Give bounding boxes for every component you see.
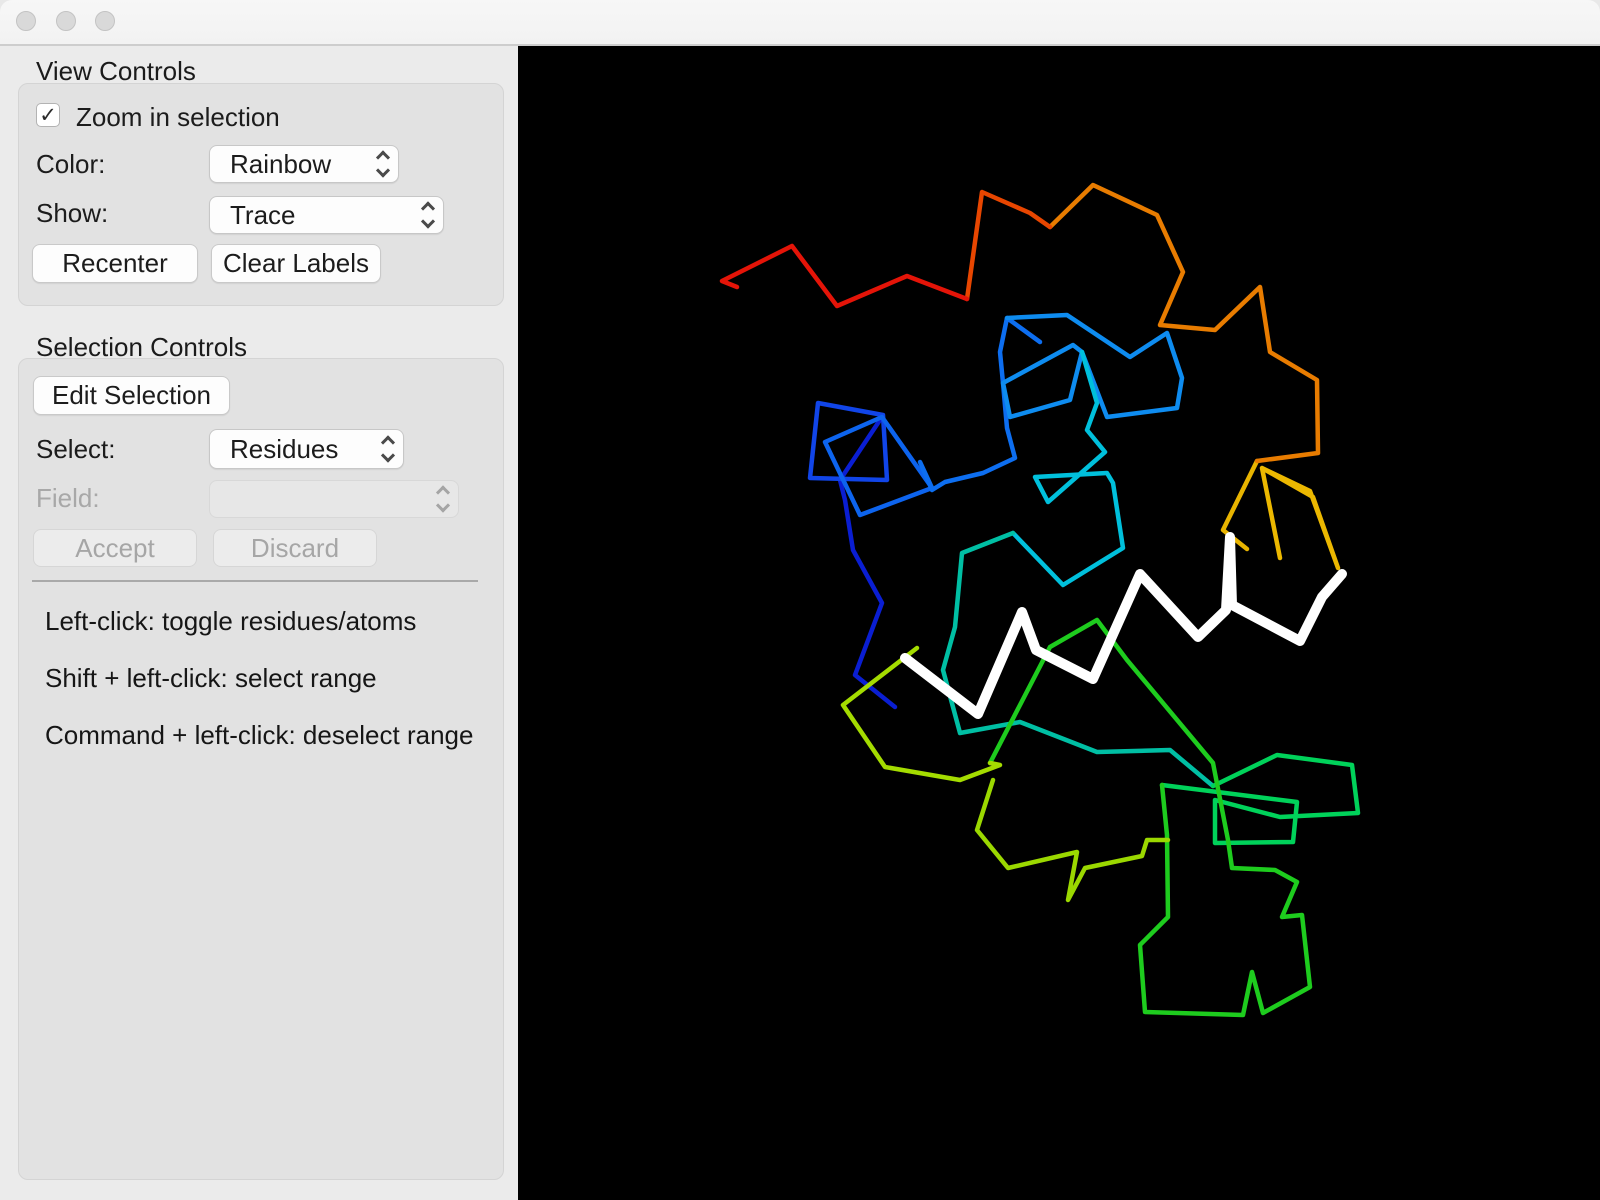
- molecule-strand-cyan-run: [1010, 349, 1126, 588]
- help-left-click: Left-click: toggle residues/atoms: [45, 606, 417, 636]
- accept-button: Accept: [33, 529, 197, 567]
- clear-labels-button[interactable]: Clear Labels: [211, 244, 381, 283]
- show-label: Show:: [36, 198, 109, 228]
- molecule-strand-deepsky-loop: [1000, 312, 1185, 420]
- zoom-in-selection-checkbox[interactable]: ✓: [36, 103, 60, 127]
- zoom-in-selection-label[interactable]: Zoom in selection: [76, 102, 280, 133]
- edit-selection-button[interactable]: Edit Selection: [33, 376, 230, 415]
- control-sidebar: View Controls ✓ Zoom in selection Color:…: [0, 46, 518, 1200]
- stepper-icon: [420, 201, 436, 229]
- close-window-icon[interactable]: [16, 11, 36, 31]
- discard-button: Discard: [213, 529, 377, 567]
- field-label: Field:: [36, 483, 100, 513]
- molecule-strand-red-terminus: [719, 243, 970, 309]
- help-shift-click: Shift + left-click: select range: [45, 663, 377, 693]
- app-window: View Controls ✓ Zoom in selection Color:…: [0, 0, 1600, 1200]
- molecule-strand-blue-link: [917, 315, 1043, 493]
- color-select[interactable]: Rainbow: [209, 145, 399, 183]
- zoom-window-icon[interactable]: [95, 11, 115, 31]
- color-select-value: Rainbow: [230, 148, 332, 179]
- molecule-strand-green-lobe: [987, 617, 1313, 1018]
- stepper-icon: [435, 485, 451, 513]
- molecule-viewport[interactable]: [518, 46, 1600, 1200]
- molecule-strand-chartreuse-zigzag: [974, 777, 1171, 903]
- help-divider: [32, 580, 478, 582]
- stepper-icon: [375, 150, 391, 178]
- checkmark-icon: ✓: [39, 103, 57, 127]
- molecule-strand-teal-run: [940, 530, 1216, 789]
- window-titlebar[interactable]: [0, 0, 1600, 46]
- help-command-click: Command + left-click: deselect range: [45, 720, 474, 750]
- molecule-strand-white-selection: [900, 532, 1347, 719]
- molecule-strand-dodger-diamond: [822, 414, 935, 518]
- color-label: Color:: [36, 149, 106, 179]
- molecule-svg: [719, 182, 1361, 1018]
- show-select[interactable]: Trace: [209, 196, 444, 234]
- select-mode-select[interactable]: Residues: [209, 429, 404, 469]
- field-select: [209, 480, 459, 518]
- select-label: Select:: [36, 434, 116, 464]
- show-select-value: Trace: [230, 199, 296, 230]
- minimize-window-icon[interactable]: [56, 11, 76, 31]
- molecule-strand-orangered-link: [964, 189, 1053, 302]
- select-mode-value: Residues: [230, 433, 339, 464]
- molecule-strand-gold-knot: [1259, 465, 1341, 571]
- stepper-icon: [380, 435, 396, 463]
- recenter-button[interactable]: Recenter: [32, 244, 198, 283]
